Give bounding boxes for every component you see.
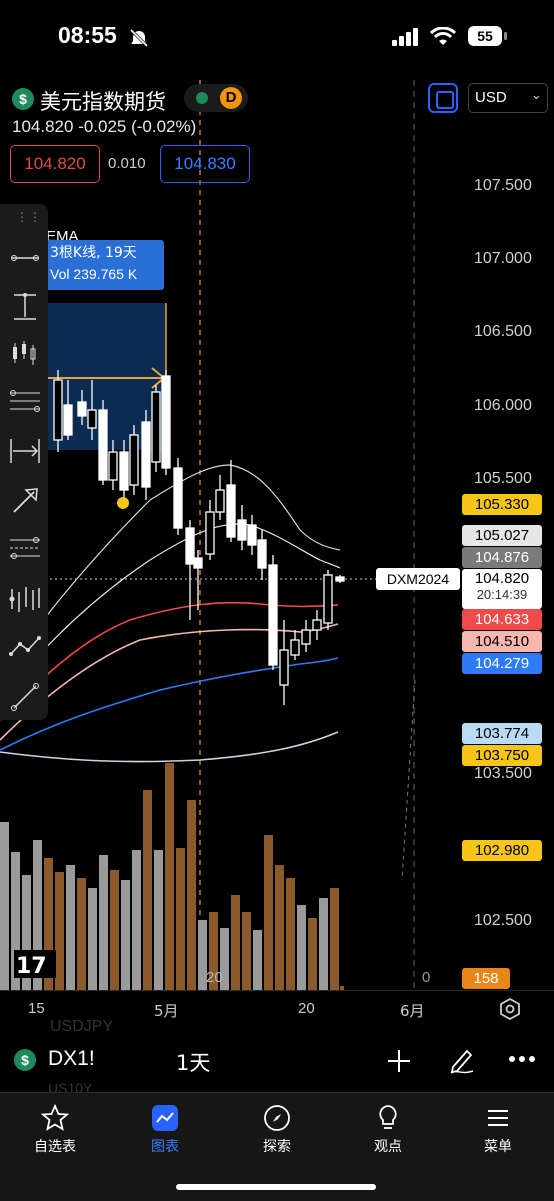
tab-menu[interactable]: 菜单 (448, 1100, 548, 1156)
home-indicator[interactable] (176, 1184, 376, 1190)
tab-ideas[interactable]: 观点 (338, 1100, 438, 1156)
current-price: 104.820 (474, 570, 530, 587)
signal-icon (392, 28, 418, 46)
compass-icon (264, 1105, 290, 1131)
measure-info-box: 3根K线, 19天 Vol 239.765 K (46, 240, 164, 290)
volume-zero-label: 0 (422, 969, 431, 986)
currency-selector[interactable]: USD ⌄ (468, 83, 548, 113)
bar-countdown: 20:14:39 (476, 587, 528, 602)
path-tool-icon[interactable] (8, 634, 42, 660)
price-tag: 102.980 (462, 840, 542, 861)
time-label: 20 (298, 1000, 315, 1017)
tab-label: 菜单 (484, 1139, 512, 1155)
price-tag: 105.027 (462, 525, 542, 546)
fullscreen-icon[interactable] (428, 83, 458, 113)
battery-tip (504, 32, 507, 40)
measure-volume: Vol 239.765 K (50, 266, 138, 282)
price-range-icon[interactable] (10, 292, 40, 322)
measure-bars: 3根K线, 19天 (50, 245, 137, 261)
axis-label: 106.500 (474, 323, 532, 340)
current-price-tag: 104.820 20:14:39 (462, 569, 542, 609)
fib-retracement-icon[interactable] (8, 387, 42, 415)
price-tag: 103.774 (462, 723, 542, 744)
trend-line-icon[interactable] (10, 246, 40, 270)
interval-selector[interactable]: 1天 (176, 1047, 210, 1077)
price-tag: 105.330 (462, 494, 542, 515)
sell-button[interactable]: 104.820 (10, 145, 100, 183)
symbol-name[interactable]: 美元指数期货 (40, 86, 166, 116)
date-marker-label: 20 (206, 969, 223, 986)
time-axis-border (0, 990, 554, 991)
arrow-tool-icon[interactable] (10, 486, 40, 516)
axis-label: 107.000 (474, 250, 532, 267)
spread-value: 0.010 (108, 155, 146, 172)
plus-icon[interactable] (386, 1048, 412, 1074)
svg-text:17: 17 (16, 954, 47, 979)
tab-explore[interactable]: 探索 (227, 1100, 327, 1156)
drawing-toolbar: ⋮⋮ (0, 204, 48, 720)
market-status-badge[interactable]: D (184, 84, 248, 112)
envelope-upper-line (0, 464, 341, 681)
time-label: 5月 (154, 1002, 179, 1020)
axis-label: 105.500 (474, 470, 532, 487)
buy-button[interactable]: 104.830 (160, 145, 250, 183)
projection-line (401, 679, 416, 881)
date-range-icon[interactable] (8, 436, 42, 466)
time-label: 15 (28, 1000, 45, 1017)
volume-tag: 158 (462, 968, 510, 989)
parallel-channel-icon[interactable] (8, 536, 42, 562)
price-tag: 104.279 (462, 653, 542, 674)
price-tag: 104.510 (462, 631, 542, 652)
event-marker-dot (117, 497, 129, 509)
chevron-down-icon: ⌄ (531, 88, 542, 103)
time-label: 6月 (400, 1002, 425, 1020)
envelope-lower-line (0, 523, 341, 701)
price-tag: 103.750 (462, 745, 542, 766)
tab-watchlist[interactable]: 自选表 (5, 1100, 105, 1156)
tab-label: 图表 (151, 1139, 179, 1155)
axis-label: 106.000 (474, 397, 532, 414)
tradingview-logo: 17 (14, 950, 56, 979)
tab-label: 观点 (374, 1139, 402, 1155)
silent-bell-icon (129, 28, 149, 48)
currency-label: USD (475, 89, 507, 106)
chart-icon (152, 1105, 178, 1131)
delayed-badge: D (220, 87, 242, 109)
settings-icon[interactable] (498, 997, 522, 1021)
price-tag: 104.633 (462, 609, 542, 630)
bars-pattern-icon[interactable] (8, 584, 42, 614)
price-tag: 104.876 (462, 547, 542, 568)
price-change-line: 104.820 -0.025 (-0.02%) (12, 117, 197, 136)
ray-tool-icon[interactable] (10, 682, 40, 712)
tab-label: 自选表 (34, 1139, 76, 1155)
contract-label: DXM2024 (376, 568, 460, 590)
battery-indicator: 55 (468, 26, 502, 46)
more-options-icon[interactable] (508, 1054, 536, 1064)
axis-label: 103.500 (474, 765, 532, 782)
status-time: 08:55 (58, 22, 117, 48)
lightbulb-icon (379, 1105, 397, 1129)
dollar-icon: $ (14, 1049, 36, 1071)
drag-handle-icon[interactable]: ⋮⋮ (16, 210, 42, 224)
axis-label: 102.500 (474, 912, 532, 929)
market-status-dot (196, 92, 208, 104)
candles-pattern-icon[interactable] (10, 339, 40, 367)
tab-chart[interactable]: 图表 (115, 1100, 215, 1156)
symbol-selector[interactable]: DX1! (48, 1047, 95, 1071)
menu-icon (488, 1110, 508, 1126)
star-icon (40, 1103, 70, 1131)
dollar-icon: $ (12, 88, 34, 110)
wifi-icon (430, 27, 456, 45)
axis-label: 107.500 (474, 177, 532, 194)
ema-200-line (0, 731, 339, 763)
pen-icon[interactable] (447, 1045, 477, 1075)
tab-label: 探索 (263, 1139, 291, 1155)
